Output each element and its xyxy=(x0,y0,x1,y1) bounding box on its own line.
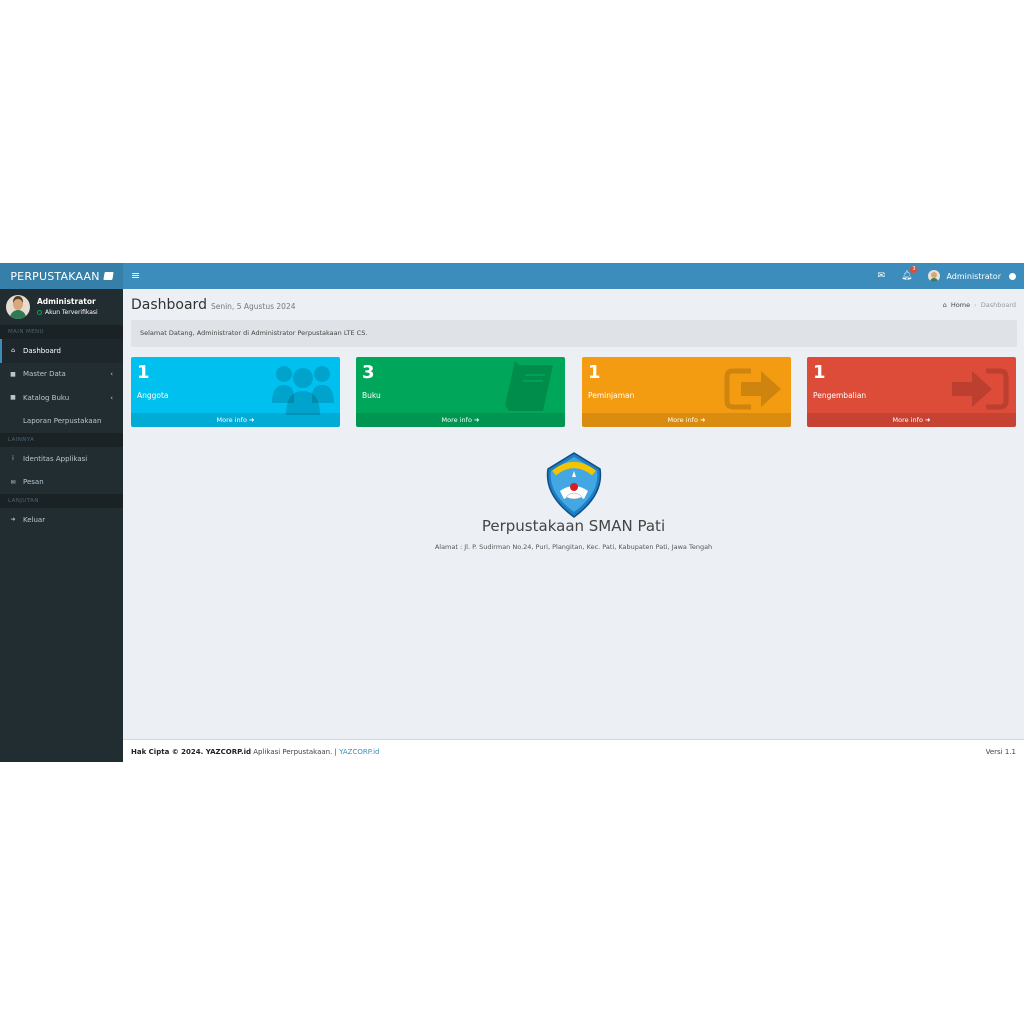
school-logo xyxy=(123,451,1024,523)
sidebar-item-dashboard[interactable]: ⌂ Dashboard xyxy=(0,339,123,363)
sidebar-item-label: Dashboard xyxy=(23,346,61,355)
arrow-circle-right-icon: ➜ xyxy=(925,416,931,424)
sidebar-item-label: Katalog Buku xyxy=(23,393,70,402)
sign-out-icon: ➜ xyxy=(10,516,16,524)
breadcrumb: ⌂ Home › Dashboard xyxy=(943,301,1016,309)
online-status-icon xyxy=(37,310,42,315)
stat-box-buku: 3 Buku More info ➜ xyxy=(356,357,565,427)
more-info-button[interactable]: More info ➜ xyxy=(356,413,565,427)
breadcrumb-current: Dashboard xyxy=(980,301,1016,309)
avatar xyxy=(6,295,30,319)
sidebar-item-label: Laporan Perpustakaan xyxy=(23,417,102,426)
breadcrumb-separator: › xyxy=(974,301,977,309)
page-date: Senin, 5 Agustus 2024 xyxy=(210,302,296,311)
share-icon xyxy=(724,368,781,410)
user-menu-name: Administrator xyxy=(946,271,1001,281)
chevron-left-icon: ‹ xyxy=(110,393,113,402)
sidebar-header-lanjutan: LANJUTAN xyxy=(0,494,123,508)
sidebar-header-main: MAIN MENU xyxy=(0,325,123,339)
dashboard-icon: ⌂ xyxy=(942,301,947,309)
footer-version: Versi 1.1 xyxy=(985,748,1016,756)
navbar-right: ✉ 🔔︎ 3 Administrator xyxy=(877,263,1016,289)
footer: Hak Cipta © 2024. YAZCORP.id Aplikasi Pe… xyxy=(123,739,1024,762)
avatar xyxy=(928,270,941,282)
notification-badge: 3 xyxy=(910,266,918,273)
brand-logo[interactable]: PERPUSTAKAAN xyxy=(0,263,123,289)
arrow-circle-right-icon: ➜ xyxy=(700,416,706,424)
users-icon xyxy=(272,366,334,415)
app-window: PERPUSTAKAAN ≡ ✉ 🔔︎ 3 Administrator Admin… xyxy=(0,263,1024,762)
sidebar-item-label: Keluar xyxy=(23,515,46,524)
stat-label: Peminjaman xyxy=(588,391,635,400)
school-address: Alamat : Jl. P. Sudirman No.24, Puri, Pl… xyxy=(434,543,713,551)
arrow-circle-right-icon: ➜ xyxy=(249,416,255,424)
stat-count: 1 xyxy=(813,362,826,383)
envelope-icon: ✉ xyxy=(10,478,16,486)
user-panel-status: Akun Terverifikasi xyxy=(37,309,98,316)
stat-label: Buku xyxy=(362,391,381,400)
sidebar-item-label: Pesan xyxy=(23,478,44,487)
more-info-button[interactable]: More info ➜ xyxy=(131,413,340,427)
sidebar-item-master-data[interactable]: ■ Master Data ‹ xyxy=(0,363,123,387)
user-panel-name: Administrator xyxy=(37,297,96,306)
sidebar-item-label: Master Data xyxy=(23,370,66,379)
sidebar-header-lainnya: LAINNYA xyxy=(0,433,123,447)
sidebar-item-label: Identitas Applikasi xyxy=(23,454,88,463)
stat-box-anggota: 1 Anggota More info ➜ xyxy=(131,357,340,427)
bell-icon[interactable]: 🔔︎ 3 xyxy=(901,266,918,281)
brand-text: PERPUSTAKAAN xyxy=(10,269,100,283)
sidebar-toggle-icon[interactable]: ≡ xyxy=(131,269,140,282)
tut-wuri-handayani-logo-icon xyxy=(546,452,601,518)
stat-count: 3 xyxy=(362,362,375,383)
user-menu[interactable]: Administrator xyxy=(928,270,1016,282)
stat-count: 1 xyxy=(588,362,601,383)
book-icon xyxy=(505,361,553,411)
top-navbar: ≡ ✉ 🔔︎ 3 Administrator xyxy=(123,263,1024,289)
envelope-icon[interactable]: ✉ xyxy=(877,271,885,281)
home-icon: ⌂ xyxy=(11,347,15,355)
stat-label: Pengembalian xyxy=(813,391,867,400)
footer-link[interactable]: YAZCORP.id xyxy=(339,748,379,756)
more-info-button[interactable]: More info ➜ xyxy=(807,413,1016,427)
chevron-left-icon: ‹ xyxy=(110,370,113,379)
sign-in-icon xyxy=(952,368,1009,410)
footer-app-text: Aplikasi Perpustakaan. | xyxy=(253,748,337,756)
sidebar-item-keluar[interactable]: ➜ Keluar xyxy=(0,508,123,532)
sidebar: Administrator Akun Terverifikasi MAIN ME… xyxy=(0,289,123,762)
sidebar-item-identitas[interactable]: i Identitas Applikasi xyxy=(0,447,123,471)
info-icon: i xyxy=(12,455,14,463)
more-info-button[interactable]: More info ➜ xyxy=(582,413,791,427)
copyright-text: Hak Cipta © 2024. YAZCORP.id xyxy=(131,748,252,756)
school-name: Perpustakaan SMAN Pati xyxy=(481,517,666,535)
book-icon xyxy=(102,272,114,280)
welcome-callout: Selamat Datang, Administrator di Adminis… xyxy=(131,320,1017,347)
folder-icon: ■ xyxy=(10,394,16,402)
page-title: Dashboard Senin, 5 Agustus 2024 xyxy=(131,297,295,313)
folder-icon: ■ xyxy=(10,370,16,378)
sidebar-item-laporan[interactable]: Laporan Perpustakaan xyxy=(0,410,123,434)
sidebar-item-pesan[interactable]: ✉ Pesan xyxy=(0,471,123,495)
main-content: Dashboard Senin, 5 Agustus 2024 ⌂ Home › … xyxy=(123,289,1024,739)
page-title-text: Dashboard xyxy=(131,297,207,313)
arrow-circle-right-icon: ➜ xyxy=(474,416,480,424)
breadcrumb-home[interactable]: Home xyxy=(951,301,970,309)
stat-label: Anggota xyxy=(137,391,169,400)
user-status-text: Akun Terverifikasi xyxy=(45,309,98,316)
stat-box-pengembalian: 1 Pengembalian More info ➜ xyxy=(807,357,1016,427)
user-panel: Administrator Akun Terverifikasi xyxy=(0,289,123,325)
stat-box-peminjaman: 1 Peminjaman More info ➜ xyxy=(582,357,791,427)
sidebar-item-katalog-buku[interactable]: ■ Katalog Buku ‹ xyxy=(0,386,123,410)
check-circle-icon xyxy=(1009,272,1016,280)
footer-copyright: Hak Cipta © 2024. YAZCORP.id Aplikasi Pe… xyxy=(131,748,379,756)
stat-count: 1 xyxy=(137,362,150,383)
